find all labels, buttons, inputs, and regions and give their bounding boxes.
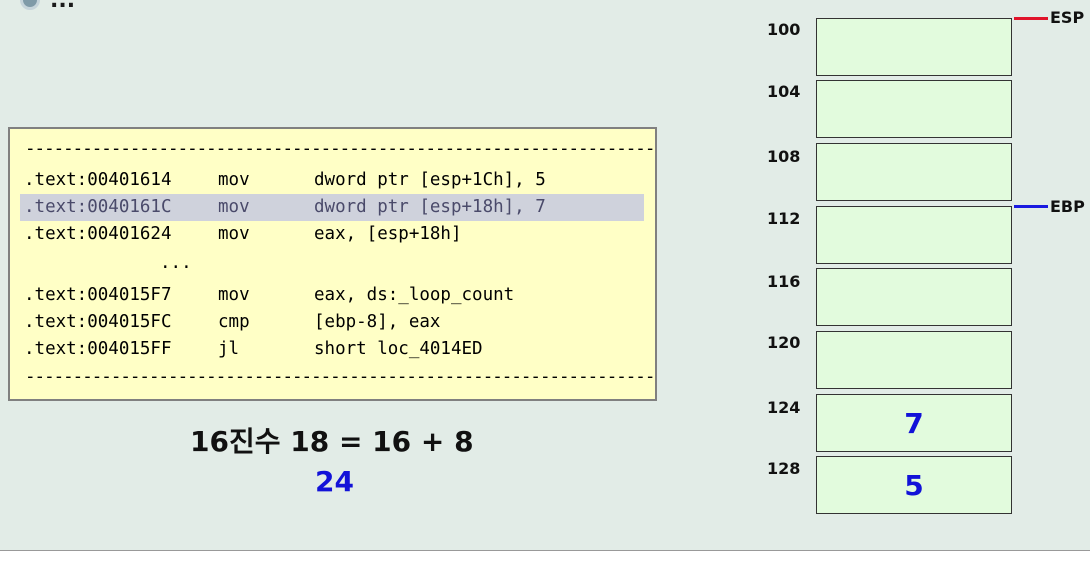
- bullet-icon: [20, 0, 40, 10]
- code-line: .text:004015FF jl short loc_4014ED: [20, 336, 644, 363]
- code-opcode: mov: [218, 224, 250, 244]
- esp-pointer-line: [1014, 17, 1048, 20]
- code-address: .text:004015F7: [24, 285, 172, 305]
- code-line-highlighted: .text:0040161C mov dword ptr [esp+18h], …: [20, 194, 644, 221]
- stack-cell: [816, 268, 1012, 326]
- bottom-strip: [0, 551, 1090, 568]
- stack-cell: [816, 206, 1012, 264]
- stack-address-label: 128: [767, 459, 801, 478]
- disassembly-box: ----------------------------------------…: [8, 127, 657, 401]
- stack-address-label: 104: [767, 82, 801, 101]
- code-address: .text:004015FC: [24, 312, 172, 332]
- hex-conversion-text: 16진수 18 = 16 + 8: [190, 425, 474, 458]
- ebp-pointer-line: [1014, 205, 1048, 208]
- stack-address-label: 116: [767, 272, 801, 291]
- stack-cell: [816, 80, 1012, 138]
- code-address: .text:0040161C: [24, 197, 172, 217]
- stack-address-label: 124: [767, 398, 801, 417]
- code-address: .text:004015FF: [24, 339, 172, 359]
- stack-cell: [816, 143, 1012, 201]
- code-opcode: mov: [218, 197, 250, 217]
- code-operands: eax, ds:_loop_count: [314, 285, 515, 305]
- slide-title-text: ...: [50, 0, 76, 13]
- code-ellipsis: ...: [160, 253, 192, 273]
- stack-cell: 5: [816, 456, 1012, 514]
- stack-cell: [816, 331, 1012, 389]
- code-opcode: jl: [218, 339, 240, 359]
- code-line: .text:00401614 mov dword ptr [esp+1Ch], …: [20, 167, 644, 194]
- stack-cell: [816, 18, 1012, 76]
- divider-top: ----------------------------------------…: [25, 139, 655, 159]
- code-line: .text:004015F7 mov eax, ds:_loop_count: [20, 282, 644, 309]
- code-line: .text:004015FC cmp [ebp-8], eax: [20, 309, 644, 336]
- hex-conversion-result: 24: [315, 465, 354, 498]
- esp-label: ESP: [1050, 8, 1085, 27]
- stack-address-label: 112: [767, 209, 801, 228]
- code-operands: eax, [esp+18h]: [314, 224, 462, 244]
- code-address: .text:00401614: [24, 170, 172, 190]
- code-operands: dword ptr [esp+1Ch], 5: [314, 170, 546, 190]
- code-opcode: cmp: [218, 312, 250, 332]
- code-operands: [ebp-8], eax: [314, 312, 441, 332]
- code-opcode: mov: [218, 285, 250, 305]
- divider-bottom: ----------------------------------------…: [25, 367, 655, 387]
- stack-address-label: 100: [767, 20, 801, 39]
- code-line: .text:00401624 mov eax, [esp+18h]: [20, 221, 644, 248]
- code-address: .text:00401624: [24, 224, 172, 244]
- code-operands: short loc_4014ED: [314, 339, 483, 359]
- stack-address-label: 108: [767, 147, 801, 166]
- slide-title: ...: [20, 0, 75, 14]
- code-opcode: mov: [218, 170, 250, 190]
- ebp-label: EBP: [1050, 197, 1085, 216]
- stack-address-label: 120: [767, 333, 801, 352]
- code-operands: dword ptr [esp+18h], 7: [314, 197, 546, 217]
- stack-cell: 7: [816, 394, 1012, 452]
